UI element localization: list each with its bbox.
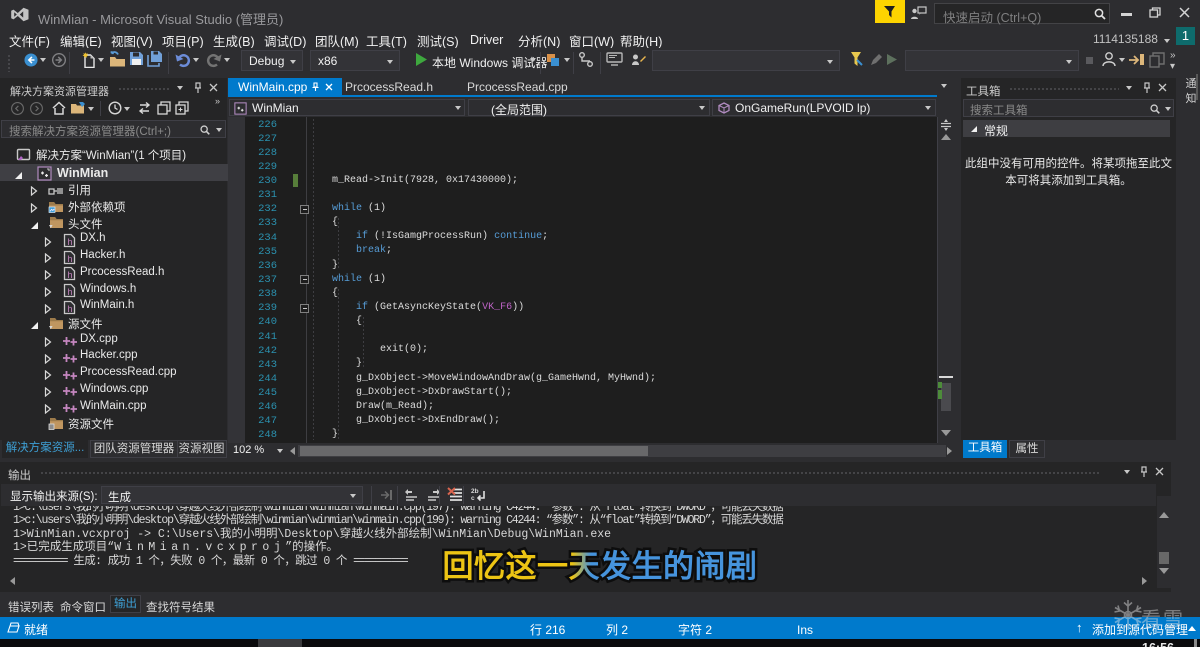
svg-text:c: c	[471, 495, 475, 502]
svg-text:2b: 2b	[471, 488, 479, 495]
svg-text:h: h	[68, 237, 73, 247]
svg-text:h: h	[68, 304, 73, 314]
svg-text:h: h	[68, 287, 73, 297]
svg-text:h: h	[68, 270, 73, 280]
svg-text:h: h	[68, 254, 73, 264]
